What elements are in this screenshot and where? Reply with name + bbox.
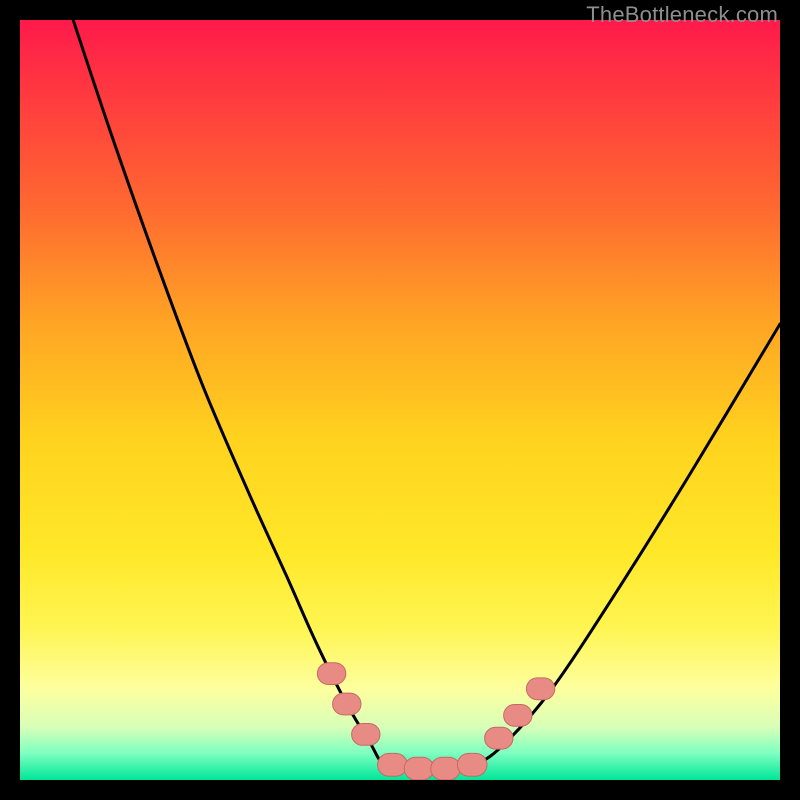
curve-marker [333, 693, 361, 715]
gradient-background [20, 20, 780, 780]
curve-marker [352, 724, 380, 746]
chart-frame [20, 20, 780, 780]
curve-marker [504, 705, 532, 727]
curve-marker [378, 753, 408, 776]
curve-marker [404, 757, 434, 780]
curve-marker [317, 663, 345, 685]
chart-svg [20, 20, 780, 780]
curve-marker [485, 727, 513, 749]
curve-marker [526, 678, 554, 700]
curve-marker [431, 757, 461, 780]
curve-marker [457, 753, 487, 776]
